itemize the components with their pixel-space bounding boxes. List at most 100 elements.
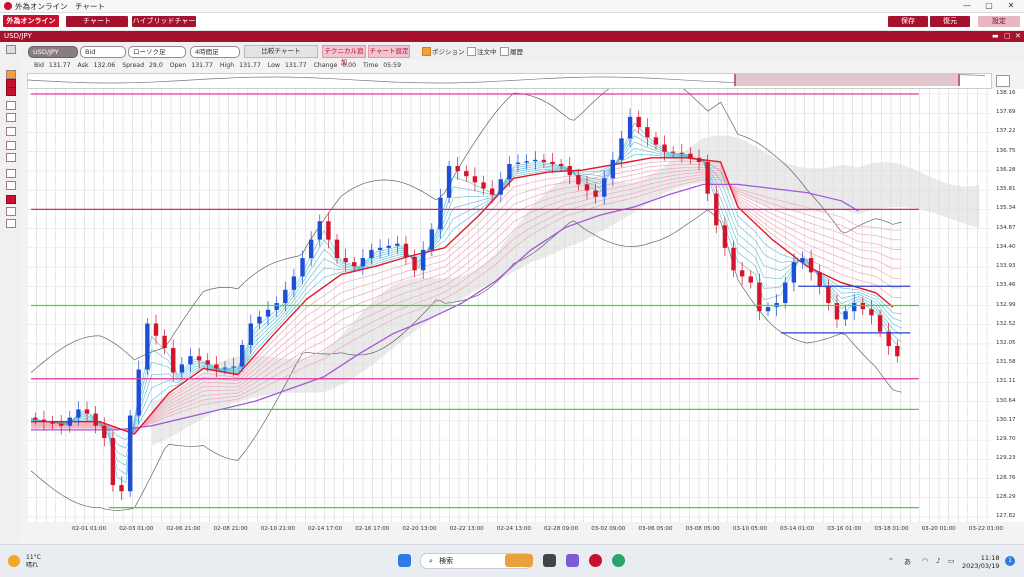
chart-navigator[interactable] bbox=[27, 73, 992, 89]
task-view-icon[interactable] bbox=[543, 554, 556, 567]
list-icon[interactable] bbox=[6, 207, 16, 216]
candle-body bbox=[438, 197, 443, 230]
timeframe-select[interactable]: 4時間足 bbox=[190, 46, 240, 58]
hybrid-chart-menu-button[interactable]: ハイブリッドチャート bbox=[132, 16, 196, 36]
weather-widget[interactable]: 11°C 晴れ bbox=[26, 554, 41, 570]
candle-body bbox=[352, 262, 357, 267]
price-axis[interactable]: 138.16 137.69 137.22 136.75 136.28 135.81 135.… bbox=[990, 89, 1024, 522]
price-chart[interactable] bbox=[26, 72, 990, 522]
candle-body bbox=[636, 116, 641, 128]
candle-body bbox=[472, 176, 478, 183]
trendline-icon[interactable] bbox=[6, 101, 16, 110]
menu-bar: 外為オンライン チャート ハイブリッドチャート 保存 復元 設定 bbox=[0, 13, 1024, 36]
candle-body bbox=[757, 282, 762, 312]
spread-label: Spread bbox=[122, 62, 144, 69]
wifi-icon[interactable]: ◠ bbox=[922, 557, 928, 565]
vertical-line-icon[interactable] bbox=[6, 141, 16, 150]
candle-body bbox=[317, 221, 322, 240]
candle-body bbox=[153, 323, 159, 336]
minimize-button[interactable]: — bbox=[956, 0, 978, 12]
chat-icon[interactable] bbox=[566, 554, 579, 567]
chart-type-select[interactable]: ローソク足 bbox=[128, 46, 186, 58]
sun-icon[interactable] bbox=[8, 555, 20, 567]
candle-body bbox=[515, 162, 521, 164]
history-checkbox[interactable] bbox=[500, 47, 509, 56]
add-technical-button[interactable]: テクニカル追加 bbox=[322, 45, 366, 66]
search-highlight-icon[interactable] bbox=[505, 554, 533, 567]
clock[interactable]: 11:18 2023/03/19 bbox=[962, 554, 999, 570]
drawing-tools-panel bbox=[0, 43, 20, 543]
speaker-icon[interactable]: ♪ bbox=[936, 557, 940, 565]
start-icon[interactable] bbox=[398, 554, 411, 567]
chart-minimize-button[interactable]: ▬ bbox=[992, 31, 999, 42]
channel-icon[interactable] bbox=[6, 153, 16, 162]
quote-row: Bid 131.77 Ask 132.06 Spread 29.0 Open 131.7… bbox=[34, 62, 406, 71]
time-tick-label: 03-16 01:00 bbox=[827, 526, 862, 532]
chart-tool-icon[interactable] bbox=[996, 75, 1010, 87]
position-checkbox[interactable] bbox=[422, 47, 431, 56]
candle-body bbox=[765, 307, 771, 312]
fibonacci-icon[interactable] bbox=[6, 169, 16, 178]
chart-menu-button[interactable]: チャート bbox=[66, 16, 128, 27]
maximize-button[interactable]: ▢ bbox=[978, 0, 1000, 12]
pencil-icon[interactable] bbox=[6, 70, 16, 79]
app-icon bbox=[4, 2, 12, 10]
save-button[interactable]: 保存 bbox=[888, 16, 928, 27]
candle-body bbox=[127, 415, 133, 492]
horizontal-line-icon[interactable] bbox=[6, 127, 16, 136]
fx-app-icon[interactable] bbox=[589, 554, 602, 567]
arrow-down-icon[interactable] bbox=[6, 87, 16, 96]
title-bar: 外為オンライン チャート — ▢ ✕ bbox=[0, 0, 1024, 13]
line-tool-icon[interactable] bbox=[6, 113, 16, 122]
delete-icon[interactable] bbox=[6, 195, 16, 204]
candle-body bbox=[76, 409, 81, 418]
candle-body bbox=[576, 175, 581, 185]
candle-body bbox=[895, 346, 900, 357]
browser-icon[interactable] bbox=[612, 554, 625, 567]
price-tick-label: 129.23 bbox=[996, 455, 1016, 462]
restore-button[interactable]: 復元 bbox=[930, 16, 970, 27]
collapse-icon[interactable] bbox=[6, 45, 16, 54]
candle-body bbox=[110, 438, 116, 486]
price-type-select[interactable]: Bid bbox=[80, 46, 126, 58]
symbol-select[interactable]: USD/JPY bbox=[28, 46, 78, 58]
chart-settings-button[interactable]: チャート設定 bbox=[368, 45, 410, 58]
candle-body bbox=[265, 309, 271, 317]
chart-close-button[interactable]: ✕ bbox=[1015, 31, 1021, 42]
candle-body bbox=[722, 225, 728, 248]
time-tick-label: 03-10 05:00 bbox=[732, 526, 767, 532]
candle-body bbox=[610, 159, 616, 179]
open-value: 131.77 bbox=[191, 62, 213, 69]
notification-badge[interactable]: 1 bbox=[1005, 556, 1015, 566]
candle-body bbox=[171, 348, 176, 373]
price-tick-label: 128.29 bbox=[996, 493, 1016, 500]
candle-body bbox=[205, 360, 210, 365]
candle-body bbox=[274, 303, 279, 310]
candle-body bbox=[662, 144, 667, 152]
temperature: 11°C bbox=[26, 554, 41, 561]
candle-body bbox=[886, 331, 891, 346]
chart-maximize-button[interactable]: ▢ bbox=[1004, 31, 1011, 42]
battery-icon[interactable]: ▭ bbox=[948, 557, 955, 565]
pair-title: USD/JPY bbox=[4, 32, 32, 40]
navigator-range-handle[interactable] bbox=[734, 74, 960, 86]
candle-body bbox=[464, 171, 469, 177]
candle-body bbox=[852, 303, 857, 312]
time-tick-label: 03-08 05:00 bbox=[685, 526, 720, 532]
candle-body bbox=[58, 423, 64, 426]
low-label: Low bbox=[267, 62, 280, 69]
ime-indicator[interactable]: あ bbox=[904, 557, 911, 567]
settings-button[interactable]: 設定 bbox=[978, 16, 1020, 27]
orders-checkbox[interactable] bbox=[467, 47, 476, 56]
layers-icon[interactable] bbox=[6, 219, 16, 228]
price-tick-label: 136.75 bbox=[996, 147, 1016, 154]
price-tick-label: 131.58 bbox=[996, 359, 1016, 366]
candle-body bbox=[283, 289, 288, 304]
chevron-up-icon[interactable]: ⌃ bbox=[888, 557, 894, 565]
compare-chart-button[interactable]: 比較チャート bbox=[244, 45, 318, 58]
text-tool-icon[interactable] bbox=[6, 181, 16, 190]
time-axis[interactable]: 02-01 01:00 02-03 01:00 02-06 21:00 02-08 2… bbox=[27, 522, 1003, 538]
candle-body bbox=[645, 127, 650, 138]
close-button[interactable]: ✕ bbox=[1000, 0, 1022, 12]
brand-logo: 外為オンライン bbox=[3, 15, 59, 27]
